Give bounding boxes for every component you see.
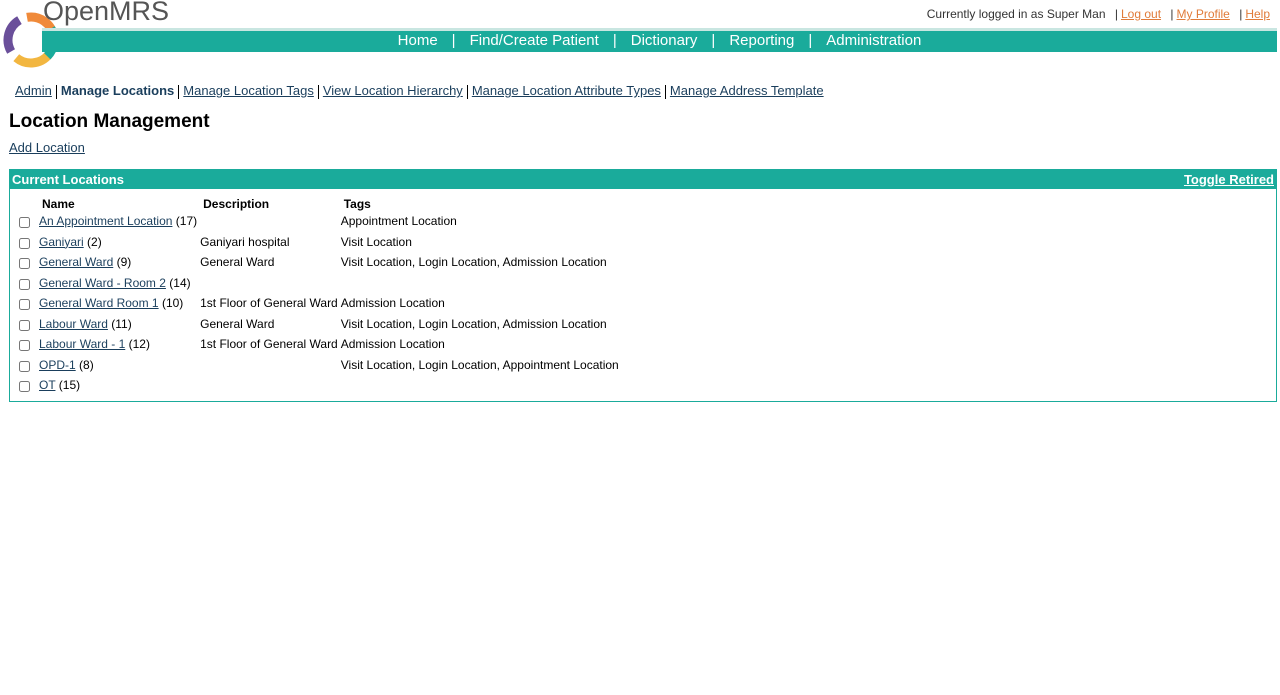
row-checkbox[interactable] — [19, 217, 30, 228]
location-name-link[interactable]: General Ward — [39, 255, 113, 269]
box-title: Current Locations — [12, 172, 124, 187]
location-tags: Visit Location — [340, 234, 412, 249]
login-status: Currently logged in as Super Man — [926, 7, 1106, 21]
table-row: Labour Ward - 1 (12) 1st Floor of General… — [16, 337, 622, 358]
admin-link[interactable]: Admin — [15, 83, 52, 98]
nav-find-create-patient[interactable]: Find/Create Patient — [470, 32, 599, 49]
user-bar: Currently logged in as Super Man | Log ou… — [926, 7, 1270, 21]
location-name-link[interactable]: Labour Ward — [39, 317, 108, 331]
manage-locations-current: Manage Locations — [60, 83, 175, 98]
row-checkbox[interactable] — [19, 340, 30, 351]
location-tags: Visit Location, Login Location, Appointm… — [340, 357, 619, 372]
box-header: Current Locations Toggle Retired — [10, 170, 1276, 189]
location-name-link[interactable]: An Appointment Location — [39, 214, 172, 228]
location-description: 1st Floor of General Ward — [200, 296, 338, 310]
location-tags: Visit Location, Login Location, Admissio… — [340, 316, 607, 331]
col-name: Name — [42, 197, 75, 211]
row-checkbox[interactable] — [19, 258, 30, 269]
location-count: (10) — [161, 296, 184, 310]
location-name-link[interactable]: General Ward Room 1 — [39, 296, 159, 310]
manage-location-attribute-types-link[interactable]: Manage Location Attribute Types — [472, 83, 661, 98]
table-row: General Ward - Room 2 (14) — [16, 276, 622, 297]
toggle-retired-link[interactable]: Toggle Retired — [1184, 172, 1274, 187]
location-count: (14) — [169, 275, 191, 290]
header: OpenMRS Currently logged in as Super Man… — [0, 0, 1280, 70]
location-description — [200, 276, 341, 297]
location-name-link[interactable]: General Ward - Room 2 — [39, 276, 166, 290]
brand-name: OpenMRS — [43, 0, 170, 26]
admin-subnav: Admin Manage Locations Manage Location Tag… — [15, 83, 824, 99]
location-name-link[interactable]: OPD-1 — [39, 358, 76, 372]
location-count: (12) — [128, 337, 150, 351]
current-locations-box: Current Locations Toggle Retired Name De… — [9, 169, 1277, 402]
table-row: Ganiyari (2) Ganiyari hospital Visit Locat… — [16, 235, 622, 256]
location-count: (17) — [175, 214, 198, 228]
location-description — [200, 378, 341, 399]
row-checkbox[interactable] — [19, 381, 30, 392]
location-tags: Appointment Location — [340, 214, 457, 228]
location-count: (8) — [79, 357, 94, 372]
location-tags: Admission Location — [340, 337, 445, 351]
location-count: (15) — [58, 378, 81, 392]
nav-administration[interactable]: Administration — [826, 32, 921, 49]
page-title: Location Management — [9, 111, 210, 132]
location-description: General Ward — [200, 255, 275, 269]
row-checkbox[interactable] — [19, 237, 30, 249]
main-nav: Home | Find/Create Patient | Dictionary | Repo… — [42, 28, 1277, 52]
location-description — [200, 358, 341, 379]
nav-reporting[interactable]: Reporting — [729, 32, 794, 49]
table-row: General Ward (9) General Ward Visit Locati… — [16, 255, 622, 276]
col-description: Description — [203, 197, 270, 211]
location-name-link[interactable]: Labour Ward - 1 — [39, 337, 125, 351]
table-row: An Appointment Location (17) Appointment … — [16, 214, 622, 235]
location-count: (9) — [116, 255, 132, 269]
nav-home[interactable]: Home — [398, 32, 438, 49]
logout-link[interactable]: Log out — [1121, 7, 1161, 21]
row-checkbox[interactable] — [19, 360, 30, 372]
add-location-link[interactable]: Add Location — [9, 140, 85, 155]
table-row: OT (15) — [16, 378, 622, 399]
location-description: 1st Floor of General Ward — [200, 337, 338, 351]
location-description: General Ward — [200, 316, 275, 331]
manage-location-tags-link[interactable]: Manage Location Tags — [183, 83, 314, 98]
manage-address-template-link[interactable]: Manage Address Template — [670, 83, 824, 98]
location-name-link[interactable]: OT — [39, 378, 55, 392]
row-checkbox[interactable] — [19, 299, 30, 310]
location-count: (11) — [111, 316, 132, 331]
table-row: OPD-1 (8) Visit Location, Login Location,… — [16, 358, 622, 379]
nav-dictionary[interactable]: Dictionary — [631, 32, 698, 49]
row-checkbox[interactable] — [19, 319, 30, 331]
location-description: Ganiyari hospital — [200, 234, 290, 249]
location-tags — [341, 378, 622, 399]
view-location-hierarchy-link[interactable]: View Location Hierarchy — [323, 83, 463, 98]
row-checkbox[interactable] — [19, 278, 30, 290]
location-count: (2) — [87, 234, 102, 249]
location-tags — [341, 276, 622, 297]
location-description — [200, 214, 341, 235]
help-link[interactable]: Help — [1245, 7, 1270, 21]
location-tags: Visit Location, Login Location, Admissio… — [340, 255, 607, 269]
location-name-link[interactable]: Ganiyari — [39, 235, 84, 249]
table-row: General Ward Room 1 (10) 1st Floor of Gen… — [16, 296, 622, 317]
locations-table: Name Description Tags An Appointment Loc… — [16, 194, 622, 399]
my-profile-link[interactable]: My Profile — [1177, 7, 1230, 21]
table-row: Labour Ward (11) General Ward Visit Locati… — [16, 317, 622, 338]
col-tags: Tags — [343, 197, 371, 211]
location-tags: Admission Location — [340, 296, 445, 310]
